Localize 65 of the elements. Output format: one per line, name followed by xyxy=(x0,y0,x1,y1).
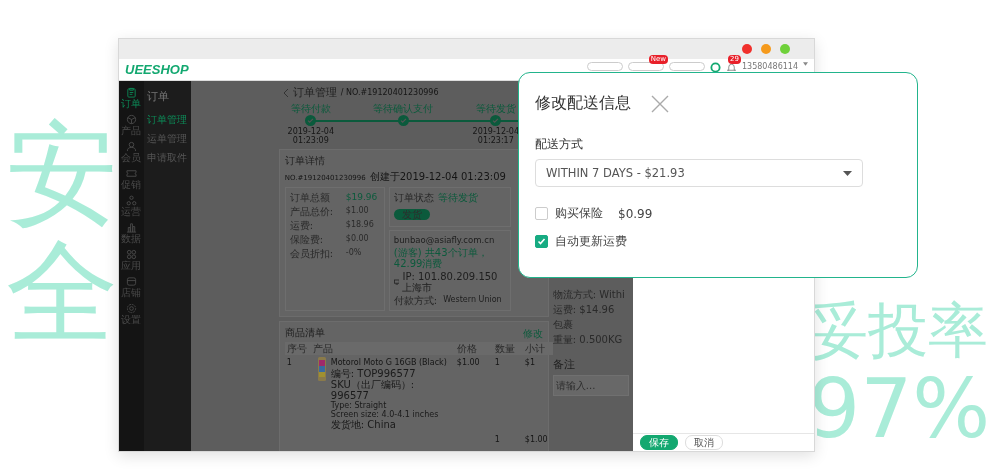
edit-link[interactable]: 修改 xyxy=(522,327,543,339)
sidebar-item[interactable]: 订单管理 xyxy=(146,113,188,127)
product-spec: 编号: TOP996577 xyxy=(330,368,417,379)
check-icon xyxy=(537,237,546,246)
option-label: 购买保险 xyxy=(555,205,603,222)
bell-icon xyxy=(726,62,737,73)
customer-stats: (游客) 共43个订单，42.99消费 xyxy=(393,247,489,269)
ring-icon xyxy=(710,62,721,73)
logo[interactable]: UEESHOP xyxy=(125,62,189,77)
amount-value: $1.00 xyxy=(345,206,369,217)
decorative-heading: 安 xyxy=(6,118,118,230)
option-label: 自动更新运费 xyxy=(555,233,627,250)
close-dot[interactable] xyxy=(742,44,752,54)
monitor-icon xyxy=(393,279,400,285)
table-cell-text: $1 xyxy=(523,357,536,369)
product-spec: Type: Straight xyxy=(330,401,387,410)
close-icon[interactable] xyxy=(651,94,669,113)
option-price: $0.99 xyxy=(618,206,653,221)
ticket-icon xyxy=(125,168,137,179)
decorative-heading: 妥投率 xyxy=(808,300,988,360)
step-label: 等待发货 xyxy=(475,103,516,114)
account-name[interactable]: 13580486114 xyxy=(742,62,798,71)
caret-icon xyxy=(803,62,808,66)
back-icon xyxy=(282,87,289,98)
caret-icon xyxy=(843,170,852,176)
payment-value: Western Union xyxy=(443,295,502,306)
step-label: 等待确认支付 xyxy=(373,103,434,114)
table-cell-text: 1 xyxy=(285,357,293,369)
table-cell-text: 1 xyxy=(493,357,501,369)
zoom-dot[interactable] xyxy=(780,44,790,54)
nodes-icon xyxy=(125,195,137,206)
product-name: Motorol Moto G 16GB (Black) xyxy=(330,357,448,368)
amount-value: $19.96 xyxy=(345,192,378,203)
step-time: 2019-12-04 01:23:09 xyxy=(286,127,336,145)
clipboard-icon xyxy=(125,87,137,98)
section-title: 订单 xyxy=(146,89,170,104)
grid-icon xyxy=(125,249,137,260)
minimize-dot[interactable] xyxy=(761,44,771,54)
field-label: 配送方式 xyxy=(535,136,584,153)
checkbox[interactable] xyxy=(535,207,548,220)
decorative-heading: 全 xyxy=(6,236,118,348)
shipping-dropdown[interactable]: WITHIN 7 DAYS - $21.93 xyxy=(535,159,863,187)
product-spec: Screen size: 4.0-4.1 inches xyxy=(330,410,440,419)
step-time: 2019-12-04 01:23:17 xyxy=(471,127,521,145)
column-header: 价格 xyxy=(454,342,493,355)
customer-email: bunbao@asiafly.com.cn xyxy=(393,235,496,245)
person-icon xyxy=(125,141,137,152)
step-label: 等待付款 xyxy=(290,103,331,114)
settings-icon xyxy=(125,303,137,314)
table-cell-text: 1 xyxy=(493,434,501,446)
checkbox[interactable] xyxy=(535,235,548,248)
store-icon xyxy=(125,276,137,287)
table-cell-text: $1.00 xyxy=(523,434,549,446)
order-number: / NO.#19120401230996 xyxy=(340,88,439,97)
save-button[interactable]: 保存 xyxy=(639,435,678,450)
decorative-heading: 97% xyxy=(808,368,991,450)
dialog-title: 修改配送信息 xyxy=(535,93,631,114)
status-value: 等待发货 xyxy=(437,192,478,203)
nav-item[interactable]: 订单 xyxy=(121,87,142,109)
cancel-button[interactable]: 取消 xyxy=(684,435,723,450)
amount-value: $18.96 xyxy=(345,220,374,231)
created-time: 创建于2019-12-04 01:23:09 xyxy=(369,170,506,184)
chart-icon xyxy=(125,222,137,233)
table-cell-text: $1.00 xyxy=(455,357,481,369)
product-spec: 发货地: China xyxy=(330,419,397,430)
